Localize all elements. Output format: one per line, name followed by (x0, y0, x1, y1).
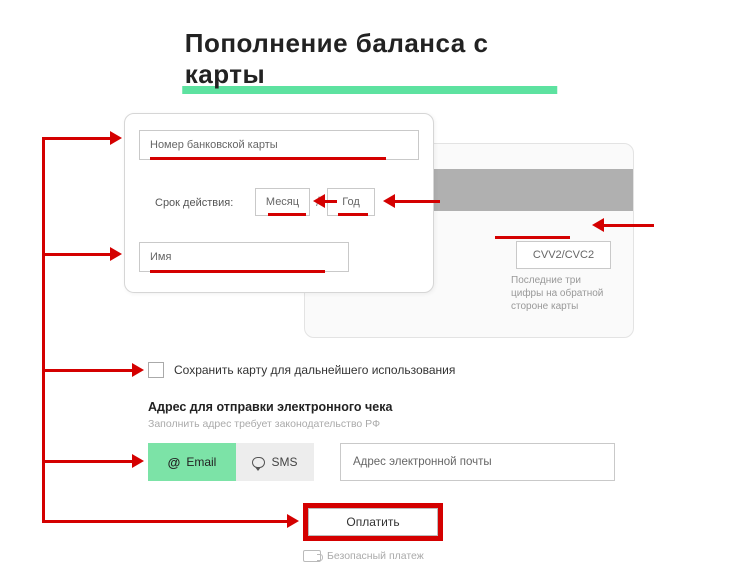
tab-email[interactable]: @ Email (148, 443, 236, 481)
annotation-line (42, 137, 110, 140)
arrow-icon (132, 454, 144, 468)
pay-button[interactable]: Оплатить (308, 508, 438, 536)
cardholder-name-input[interactable]: Имя (139, 242, 349, 272)
arrow-icon (287, 514, 299, 528)
tab-email-label: Email (186, 455, 216, 469)
arrow-icon (383, 194, 395, 208)
sms-icon (252, 457, 265, 468)
expiry-label: Срок действия: (155, 197, 233, 209)
receipt-subheading: Заполнить адрес требует законодательство… (148, 418, 380, 430)
cvv-hint: Последние три цифры на обратной стороне … (511, 274, 611, 313)
underline (495, 236, 570, 239)
email-input[interactable]: Адрес электронной почты (340, 443, 615, 481)
cvv-input[interactable]: CVV2/CVC2 (516, 241, 611, 269)
receipt-heading: Адрес для отправки электронного чека (148, 400, 392, 414)
pay-button-highlight: Оплатить (303, 503, 443, 541)
secure-label: Безопасный платеж (327, 550, 424, 562)
annotation-line (604, 224, 654, 227)
arrow-icon (110, 131, 122, 145)
underline (338, 213, 368, 216)
annotation-line (325, 200, 337, 203)
underline (150, 270, 325, 273)
arrow-icon (110, 247, 122, 261)
save-card-checkbox[interactable] (148, 362, 164, 378)
annotation-line (42, 253, 110, 256)
expiry-month-input[interactable]: Месяц (255, 188, 310, 216)
arrow-icon (592, 218, 604, 232)
annotation-line (42, 520, 287, 523)
email-icon: @ (168, 455, 181, 470)
arrow-icon (313, 194, 325, 208)
save-card-row: Сохранить карту для дальнейшего использо… (148, 362, 455, 378)
annotation-line (395, 200, 440, 203)
secure-payment-note: Безопасный платеж (303, 550, 424, 562)
underline (268, 213, 306, 216)
annotation-line (42, 137, 45, 522)
tab-sms[interactable]: SMS (236, 443, 314, 481)
tab-sms-label: SMS (271, 455, 297, 469)
underline (150, 157, 386, 160)
page-title: Пополнение баланса с карты (185, 28, 555, 90)
arrow-icon (132, 363, 144, 377)
annotation-line (42, 460, 132, 463)
card-number-input[interactable]: Номер банковской карты (139, 130, 419, 160)
card-form: CVV2/CVC2 Последние три цифры на обратно… (124, 113, 634, 323)
save-card-label: Сохранить карту для дальнейшего использо… (174, 363, 455, 377)
annotation-line (42, 369, 132, 372)
lock-card-icon (303, 550, 321, 562)
